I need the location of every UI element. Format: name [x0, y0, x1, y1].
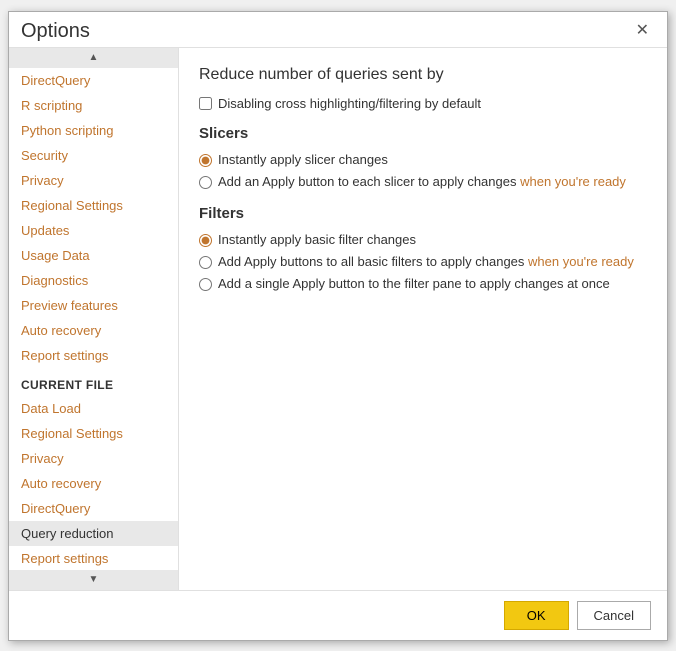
sidebar-item-report-settings-cf[interactable]: Report settings	[9, 546, 178, 570]
sidebar-item-auto-recovery[interactable]: Auto recovery	[9, 318, 178, 343]
slicers-option-0: Instantly apply slicer changes	[199, 152, 647, 167]
sidebar-item-r-scripting[interactable]: R scripting	[9, 93, 178, 118]
slicers-radio-1[interactable]	[199, 176, 212, 189]
filters-label-2: Add a single Apply button to the filter …	[218, 276, 610, 291]
disabling-cross-highlighting-label: Disabling cross highlighting/filtering b…	[218, 96, 481, 111]
sidebar-global-items: DirectQueryR scriptingPython scriptingSe…	[9, 68, 178, 368]
slicers-radio-group: Instantly apply slicer changes Add an App…	[199, 152, 647, 189]
sidebar-item-regional-settings[interactable]: Regional Settings	[9, 193, 178, 218]
sidebar-item-python-scripting[interactable]: Python scripting	[9, 118, 178, 143]
titlebar: Options ✕	[9, 12, 667, 47]
ok-button[interactable]: OK	[504, 601, 569, 630]
filters-heading: Filters	[199, 205, 647, 222]
scroll-up-arrow[interactable]: ▲	[9, 48, 178, 68]
close-button[interactable]: ✕	[630, 21, 655, 41]
filters-radio-group: Instantly apply basic filter changes Add …	[199, 232, 647, 291]
filters-label-1: Add Apply buttons to all basic filters t…	[218, 254, 634, 269]
filters-radio-1[interactable]	[199, 256, 212, 269]
sidebar-item-security[interactable]: Security	[9, 143, 178, 168]
sidebar-item-query-reduction[interactable]: Query reduction	[9, 521, 178, 546]
sidebar-item-regional-settings-cf[interactable]: Regional Settings	[9, 421, 178, 446]
sidebar-scroll[interactable]: DirectQueryR scriptingPython scriptingSe…	[9, 68, 178, 570]
filters-radio-0[interactable]	[199, 234, 212, 247]
options-dialog: Options ✕ ▲ DirectQueryR scriptingPython…	[8, 11, 668, 641]
filters-option-0: Instantly apply basic filter changes	[199, 232, 647, 247]
filters-radio-2[interactable]	[199, 278, 212, 291]
filters-label-0: Instantly apply basic filter changes	[218, 232, 416, 247]
disabling-cross-highlighting-checkbox[interactable]	[199, 97, 212, 110]
content-title: Reduce number of queries sent by	[199, 66, 647, 84]
sidebar-item-directquery[interactable]: DirectQuery	[9, 68, 178, 93]
sidebar: ▲ DirectQueryR scriptingPython scripting…	[9, 48, 179, 590]
main-content: Reduce number of queries sent by Disabli…	[179, 48, 667, 590]
dialog-body: ▲ DirectQueryR scriptingPython scripting…	[9, 47, 667, 590]
slicers-label-1: Add an Apply button to each slicer to ap…	[218, 174, 626, 189]
filters-option-2: Add a single Apply button to the filter …	[199, 276, 647, 291]
dialog-title: Options	[21, 20, 90, 43]
sidebar-item-updates[interactable]: Updates	[9, 218, 178, 243]
slicers-option-1: Add an Apply button to each slicer to ap…	[199, 174, 647, 189]
filters-option-1: Add Apply buttons to all basic filters t…	[199, 254, 647, 269]
slicers-heading: Slicers	[199, 125, 647, 142]
sidebar-item-report-settings[interactable]: Report settings	[9, 343, 178, 368]
slicers-label-0: Instantly apply slicer changes	[218, 152, 388, 167]
sidebar-current-file-items: Data LoadRegional SettingsPrivacyAuto re…	[9, 396, 178, 570]
sidebar-item-preview-features[interactable]: Preview features	[9, 293, 178, 318]
disabling-cross-highlighting-row: Disabling cross highlighting/filtering b…	[199, 96, 647, 111]
sidebar-item-usage-data[interactable]: Usage Data	[9, 243, 178, 268]
sidebar-item-directquery-cf[interactable]: DirectQuery	[9, 496, 178, 521]
sidebar-item-data-load[interactable]: Data Load	[9, 396, 178, 421]
sidebar-item-diagnostics[interactable]: Diagnostics	[9, 268, 178, 293]
slicers-radio-0[interactable]	[199, 154, 212, 167]
cancel-button[interactable]: Cancel	[577, 601, 651, 630]
scroll-down-arrow[interactable]: ▼	[9, 570, 178, 590]
sidebar-item-privacy-cf[interactable]: Privacy	[9, 446, 178, 471]
dialog-footer: OK Cancel	[9, 590, 667, 640]
current-file-section-label: CURRENT FILE	[9, 368, 178, 396]
sidebar-item-auto-recovery-cf[interactable]: Auto recovery	[9, 471, 178, 496]
sidebar-item-privacy[interactable]: Privacy	[9, 168, 178, 193]
